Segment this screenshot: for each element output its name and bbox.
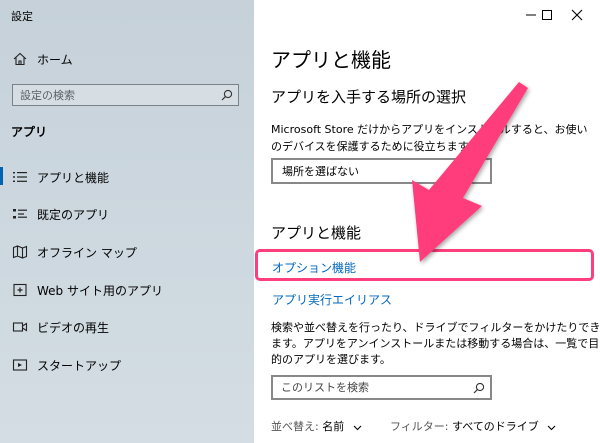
app-execution-aliases-link[interactable]: アプリ実行エイリアス (272, 291, 392, 308)
sort-value: 名前 (322, 420, 345, 433)
sidebar-home-label: ホーム (37, 52, 73, 67)
filter-label: フィルター: (390, 420, 449, 433)
sidebar-item-default-apps[interactable]: 既定のアプリ (0, 197, 254, 231)
filter-dropdown[interactable]: フィルター: すべてのドライブ (390, 418, 556, 434)
sidebar-home[interactable]: ホーム (0, 42, 254, 76)
app-list-search-box[interactable] (271, 375, 492, 400)
settings-search-box[interactable] (12, 84, 239, 106)
highlight-box (255, 249, 594, 281)
sidebar: 設定 ホーム アプリ アプリと機能 既定のアプリ オフライン マップ (0, 0, 254, 443)
chevron-down-icon (547, 425, 556, 430)
apps-features-heading: アプリと機能 (271, 224, 362, 242)
main-content: アプリと機能 アプリを入手する場所の選択 Microsoft Store だけか… (254, 0, 600, 443)
settings-search-input[interactable] (13, 85, 220, 105)
install-source-dropdown[interactable]: 場所を選ばない (271, 158, 492, 184)
sidebar-item-label: オフライン マップ (37, 245, 137, 260)
dropdown-value: 場所を選ばない (282, 165, 359, 178)
filter-value: すべてのドライブ (452, 420, 539, 433)
sort-label: 並べ替え: (271, 420, 319, 433)
sidebar-item-label: ビデオの再生 (37, 320, 110, 335)
sidebar-item-label: Web サイト用のアプリ (37, 283, 163, 298)
app-list-search-input[interactable] (273, 377, 471, 398)
search-icon[interactable] (473, 382, 485, 394)
chevron-down-icon (353, 425, 362, 430)
sidebar-item-label: 既定のアプリ (37, 207, 110, 222)
sidebar-item-offline-maps[interactable]: オフライン マップ (0, 235, 254, 269)
sidebar-item-video-playback[interactable]: ビデオの再生 (0, 310, 254, 344)
sidebar-item-web-apps[interactable]: Web サイト用のアプリ (0, 273, 254, 307)
search-icon[interactable] (221, 89, 233, 101)
sort-dropdown[interactable]: 並べ替え: 名前 (271, 418, 362, 434)
sidebar-item-label: スタートアップ (37, 358, 122, 373)
sidebar-item-apps-features[interactable]: アプリと機能 (0, 160, 254, 194)
install-source-heading: アプリを入手する場所の選択 (271, 88, 467, 106)
list-icon (13, 172, 27, 182)
apps-list-description: 検索や並べ替えを行ったり、ドライブでフィルターをかけたりできます。アプリをアンイ… (271, 321, 600, 366)
page-title: アプリと機能 (271, 48, 391, 72)
startup-icon (12, 359, 28, 371)
map-icon (12, 245, 28, 259)
sidebar-item-startup[interactable]: スタートアップ (0, 348, 254, 382)
web-app-icon (13, 283, 27, 297)
install-source-description: Microsoft Store だけからアプリをインストールすると、お使いのデバ… (271, 123, 588, 153)
section-label: アプリ (11, 125, 48, 139)
home-icon (13, 52, 27, 66)
default-apps-icon (13, 209, 27, 219)
maximize-button[interactable] (524, 0, 570, 30)
video-icon (12, 322, 28, 332)
window-title: 設定 (11, 10, 33, 23)
sidebar-item-label: アプリと機能 (37, 170, 110, 185)
